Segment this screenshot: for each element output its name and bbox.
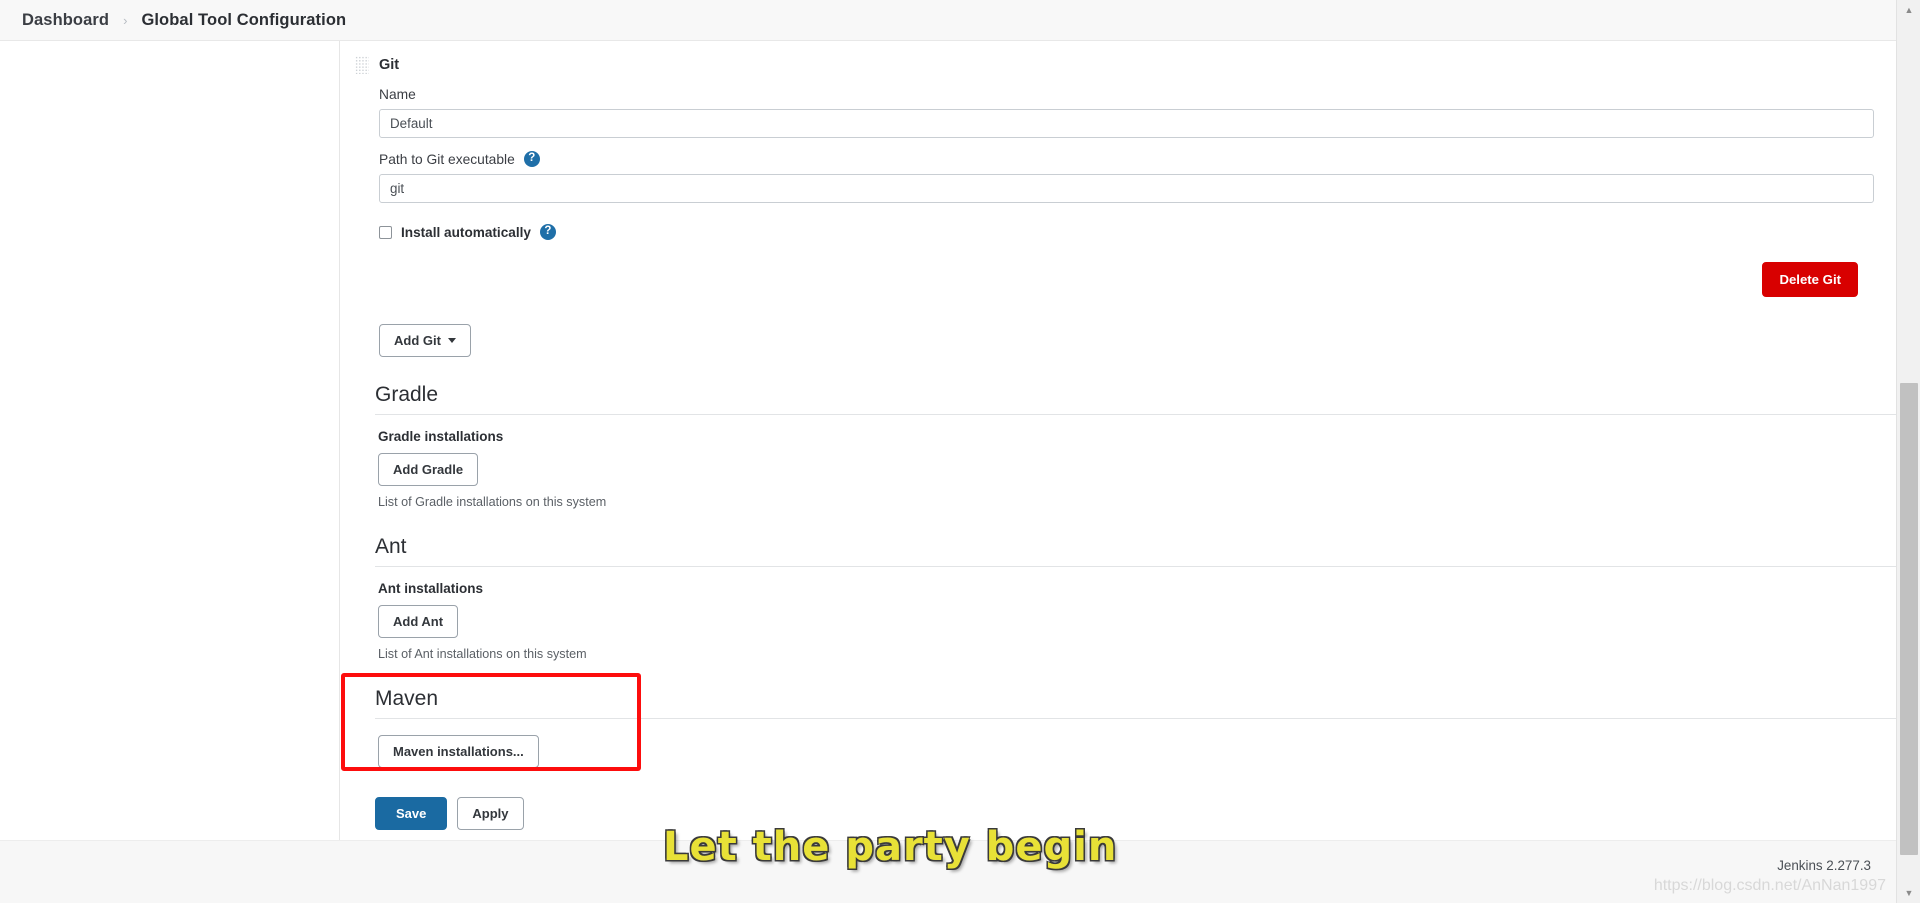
gradle-heading: Gradle (375, 383, 1920, 415)
chevron-down-icon (447, 338, 456, 343)
add-gradle-button[interactable]: Add Gradle (378, 453, 479, 486)
help-icon[interactable]: ? (539, 224, 556, 240)
add-ant-button[interactable]: Add Ant (378, 605, 459, 638)
ant-installations-label: Ant installations (378, 581, 484, 596)
scroll-down-arrow-icon[interactable]: ▼ (1897, 883, 1920, 903)
gradle-installations-label: Gradle installations (378, 429, 504, 444)
ant-heading: Ant (375, 535, 1920, 567)
delete-git-button[interactable]: Delete Git (1762, 262, 1858, 297)
main-content: Git Name Path to Git executable ? Instal… (341, 41, 1920, 840)
jenkins-global-tool-configuration-page: Dashboard › Global Tool Configuration Gi… (0, 0, 1920, 903)
add-git-button-label: Add Git (394, 333, 441, 348)
page-scrollbar[interactable]: ▲ ▼ (1896, 0, 1920, 903)
install-automatically-label: Install automatically (401, 224, 531, 240)
form-actions: Save Apply (375, 797, 1876, 830)
maven-installations-button[interactable]: Maven installations... (378, 735, 539, 768)
install-automatically-checkbox[interactable] (379, 225, 392, 239)
delete-git-row: Delete Git (355, 262, 1876, 297)
git-path-label: Path to Git executable ? (379, 151, 1876, 167)
party-overlay-text: Let the party begin (663, 824, 1118, 870)
breadcrumb: Dashboard › Global Tool Configuration (0, 0, 1896, 41)
git-name-field-block: Name (379, 87, 1876, 138)
git-tool-title: Git (379, 57, 400, 73)
ant-note: List of Ant installations on this system (378, 647, 587, 661)
scrollbar-thumb[interactable] (1900, 383, 1918, 855)
git-name-input[interactable] (379, 109, 1874, 138)
sidebar (0, 41, 340, 840)
git-path-field-block: Path to Git executable ? (379, 151, 1876, 203)
ant-section: Ant Ant installations Add Ant List of An… (375, 535, 1920, 661)
blog-watermark: https://blog.csdn.net/AnNan1997 (1653, 877, 1886, 894)
gradle-note: List of Gradle installations on this sys… (378, 495, 607, 509)
page-body: Git Name Path to Git executable ? Instal… (0, 41, 1920, 840)
maven-heading: Maven (375, 687, 1920, 719)
help-icon[interactable]: ? (523, 151, 540, 167)
add-git-row: Add Git (379, 324, 1876, 357)
gradle-section: Gradle Gradle installations Add Gradle L… (375, 383, 1920, 509)
breadcrumb-item-global-tool-configuration[interactable]: Global Tool Configuration (141, 11, 346, 30)
breadcrumb-separator-icon: › (123, 12, 128, 28)
git-name-label: Name (379, 87, 416, 102)
git-tool-header: Git (355, 56, 1876, 74)
git-path-input[interactable] (379, 174, 1874, 203)
jenkins-version-label: Jenkins 2.277.3 (1777, 858, 1871, 873)
maven-installations-row: Maven installations... (378, 735, 1876, 768)
breadcrumb-item-dashboard[interactable]: Dashboard (22, 11, 109, 30)
drag-handle-icon[interactable] (355, 56, 369, 74)
scroll-up-arrow-icon[interactable]: ▲ (1897, 0, 1920, 20)
tool-config-form: Git Name Path to Git executable ? Instal… (341, 41, 1920, 830)
apply-button[interactable]: Apply (457, 797, 524, 830)
maven-section: Maven Maven installations... (341, 673, 1920, 771)
save-button[interactable]: Save (375, 797, 448, 830)
git-path-label-text: Path to Git executable (379, 151, 515, 167)
add-git-button[interactable]: Add Git (379, 324, 471, 357)
install-automatically-row: Install automatically ? (379, 224, 1876, 240)
